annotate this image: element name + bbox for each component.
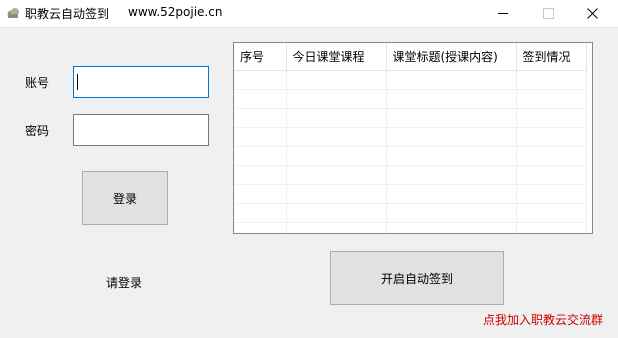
- login-button[interactable]: 登录: [82, 171, 168, 225]
- table-row: [234, 165, 587, 185]
- table-row: [234, 108, 587, 128]
- table-row: [234, 184, 587, 204]
- table-row: [234, 127, 587, 147]
- title-url-text: www.52pojie.cn: [128, 5, 223, 19]
- column-header-status[interactable]: 签到情况: [516, 43, 587, 71]
- cloud-app-icon: [6, 6, 20, 20]
- login-status-text: 请登录: [106, 276, 143, 290]
- table-row: [234, 222, 587, 233]
- table-row: [234, 203, 587, 223]
- password-input[interactable]: [73, 114, 209, 146]
- text-caret: [77, 74, 78, 90]
- column-header-course[interactable]: 今日课堂课程: [286, 43, 387, 71]
- minimize-button[interactable]: [480, 0, 525, 27]
- join-group-link[interactable]: 点我加入职教云交流群: [483, 311, 603, 328]
- column-header-index[interactable]: 序号: [234, 43, 287, 71]
- table-header-row: 序号 今日课堂课程 课堂标题(授课内容) 签到情况: [234, 43, 587, 71]
- close-button[interactable]: [570, 0, 615, 27]
- window-title: 职教云自动签到: [25, 7, 110, 21]
- account-input[interactable]: [73, 66, 209, 98]
- table-row: [234, 89, 587, 109]
- title-bar: 职教云自动签到 www.52pojie.cn: [0, 0, 618, 28]
- table-row: [234, 70, 587, 90]
- account-label: 账号: [25, 76, 50, 90]
- course-table[interactable]: 序号 今日课堂课程 课堂标题(授课内容) 签到情况: [233, 42, 593, 234]
- maximize-button[interactable]: [525, 0, 570, 27]
- table-row: [234, 146, 587, 166]
- password-label: 密码: [25, 124, 50, 138]
- column-header-title[interactable]: 课堂标题(授课内容): [386, 43, 517, 71]
- close-icon: [587, 8, 598, 19]
- start-auto-signin-button[interactable]: 开启自动签到: [330, 251, 504, 305]
